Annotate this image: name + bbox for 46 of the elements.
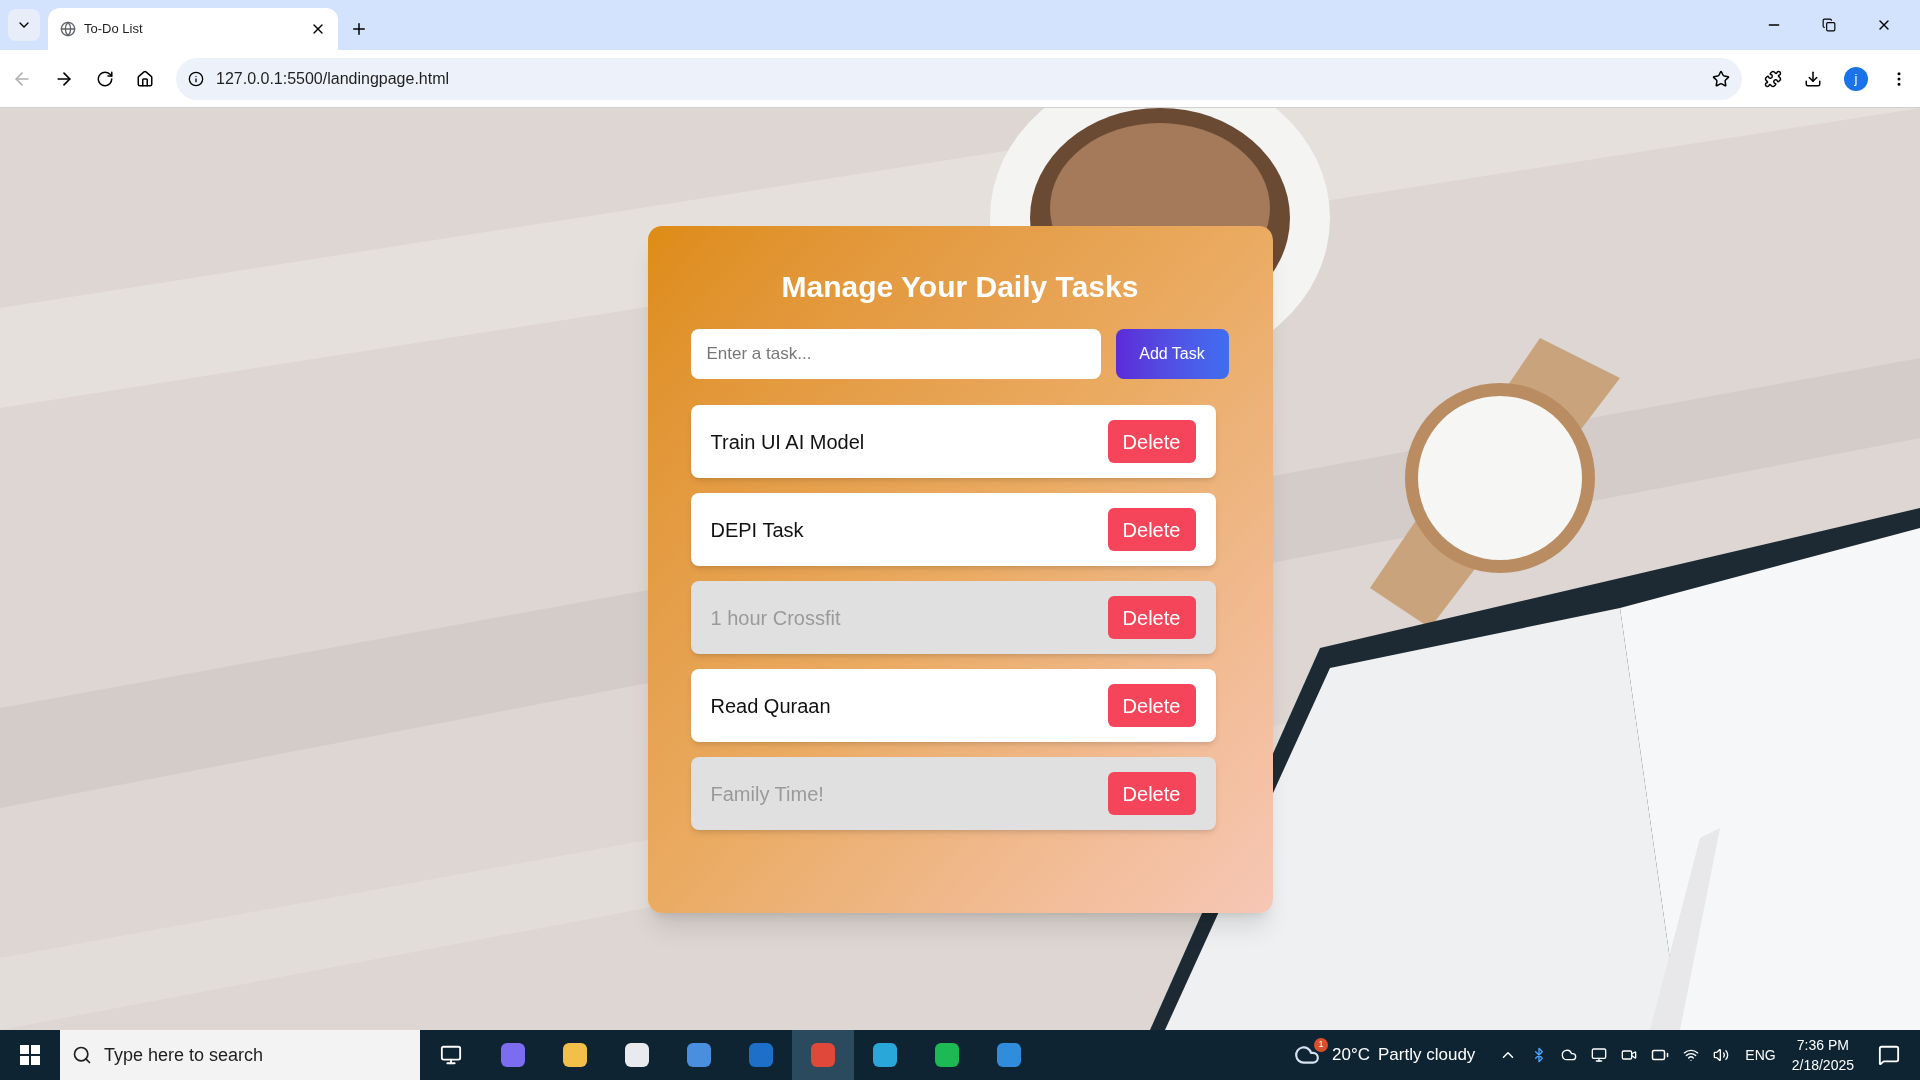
language-indicator[interactable]: ENG: [1745, 1044, 1776, 1066]
home-icon[interactable]: [136, 69, 154, 88]
card-title: Manage Your Daily Tasks: [780, 269, 1140, 305]
search-box[interactable]: Type here to search: [60, 1030, 420, 1080]
new-tab-icon[interactable]: [350, 20, 368, 38]
temperature-text: 20°C: [1332, 1044, 1371, 1067]
task-view-icon[interactable]: [440, 1044, 462, 1066]
info-icon: [188, 70, 204, 87]
browser-tab[interactable]: To-Do List: [48, 8, 338, 50]
delete-button[interactable]: Delete: [1107, 684, 1196, 727]
restore-icon[interactable]: [1822, 18, 1836, 32]
add-task-button[interactable]: Add Task: [1115, 329, 1229, 379]
wifi-icon[interactable]: [1683, 1047, 1700, 1063]
volume-icon[interactable]: [1713, 1047, 1730, 1063]
notifications-icon[interactable]: [1878, 1044, 1900, 1066]
task-text: Train UI AI Model: [710, 429, 865, 455]
star-icon[interactable]: [1712, 69, 1730, 88]
address-bar[interactable]: 127.0.0.1:5500/landingpage.html: [176, 57, 1742, 100]
delete-button[interactable]: Delete: [1107, 508, 1196, 551]
task-input[interactable]: Enter a task...: [690, 329, 1101, 379]
search-icon: [72, 1045, 92, 1065]
profile-avatar[interactable]: j: [1844, 66, 1868, 91]
tab-title: To-Do List: [84, 20, 144, 39]
tab-search-button[interactable]: [8, 9, 40, 41]
notification-badge: 1: [1314, 1038, 1329, 1052]
time-text: 7:36 PM: [1796, 1036, 1849, 1055]
monitor-icon[interactable]: [1591, 1047, 1608, 1063]
task-text: Family Time!: [710, 781, 824, 807]
date-text: 2/18/2025: [1791, 1056, 1854, 1075]
delete-button[interactable]: Delete: [1107, 596, 1196, 639]
globe-icon: [60, 21, 76, 37]
cloud-icon[interactable]: [1561, 1047, 1578, 1063]
clock[interactable]: 7:36 PM 2/18/2025: [1791, 1035, 1854, 1075]
camera-icon[interactable]: [1621, 1047, 1638, 1063]
extensions-icon[interactable]: [1764, 69, 1782, 88]
task-text: DEPI Task: [710, 517, 804, 543]
reload-icon[interactable]: [96, 69, 114, 88]
weather-text: Partly cloudy: [1378, 1044, 1476, 1067]
delete-button[interactable]: Delete: [1107, 772, 1196, 815]
task-text: 1 hour Crossfit: [710, 605, 841, 631]
download-icon[interactable]: [1804, 69, 1822, 88]
task-text: Read Quraan: [710, 693, 831, 719]
url-text: 127.0.0.1:5500/landingpage.html: [216, 68, 451, 89]
search-placeholder: Type here to search: [104, 1043, 265, 1067]
delete-button[interactable]: Delete: [1107, 420, 1196, 463]
windows-icon: [20, 1045, 40, 1065]
